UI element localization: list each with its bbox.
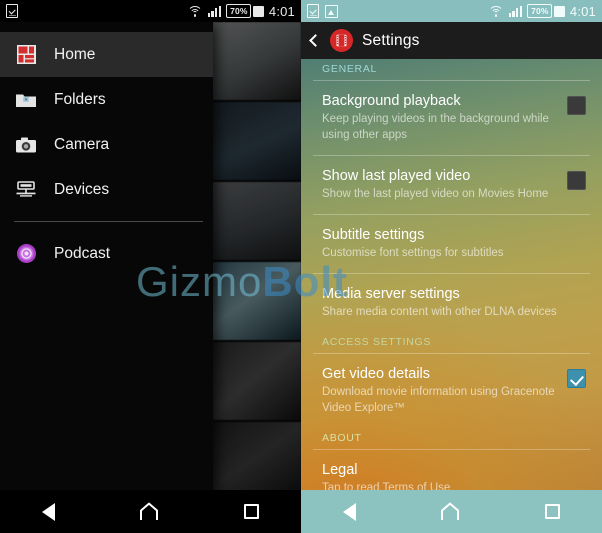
battery-charging-icon [553,5,565,17]
back-chevron-icon[interactable] [309,34,322,47]
setting-subtitle: Keep playing videos in the background wh… [322,113,549,141]
setting-row-legal[interactable]: Legal Tap to read Terms of Use [301,450,602,490]
sidebar-item-label: Folders [54,90,106,108]
setting-subtitle: Download movie information using Graceno… [322,385,555,414]
setting-title: Show last played video [322,167,471,184]
setting-subtitle: Customise font settings for subtitles [322,246,504,259]
setting-row-get-video-details[interactable]: Get video details Download movie informa… [301,354,602,428]
setting-row-background-playback[interactable]: Background playback Keep playing videos … [301,81,602,155]
back-nav-button[interactable] [343,502,357,521]
devices-dlna-icon [14,178,38,202]
setting-row-show-last-played-video[interactable]: Show last played video Show the last pla… [301,156,602,214]
sidebar-item-podcast[interactable]: Podcast [0,231,213,276]
setting-subtitle: Share media content with other DLNA devi… [322,305,557,318]
status-bar: 70% 4:01 [301,0,602,22]
battery-percent-label: 70% [226,4,251,18]
setting-title: Media server settings [322,285,460,302]
recents-nav-button[interactable] [243,504,259,519]
movies-filmstrip-icon [330,29,353,52]
camera-icon [14,133,38,157]
task-check-icon [307,4,319,18]
checkbox-show-last-played-video[interactable] [567,170,586,190]
setting-row-subtitle-settings[interactable]: Subtitle settings Customise font setting… [301,215,602,273]
cell-signal-icon [508,5,523,17]
setting-title: Background playback [322,93,461,109]
setting-row-media-server-settings[interactable]: Media server settings Share media conten… [301,274,602,332]
sidebar-item-label: Devices [54,180,110,198]
screenshot-image-icon [325,4,338,18]
section-header-about: ABOUT [322,431,362,444]
status-bar: 70% 4:01 [0,0,301,22]
wifi-icon [187,5,203,17]
battery-charging-icon [252,5,264,17]
cell-signal-icon [207,5,222,17]
sidebar-item-devices[interactable]: Devices [0,167,213,212]
right-screen-settings: 70% 4:01 [301,0,602,533]
recents-nav-button[interactable] [544,504,560,519]
podcast-icon [14,242,38,266]
home-grid-icon [14,43,38,67]
setting-title: Subtitle settings [322,226,425,243]
navigation-drawer: Home Folders Camera Devices Podcast [0,22,213,533]
battery-indicator: 70% [527,4,565,18]
settings-list[interactable]: GENERAL Background playback Keep playing… [301,59,602,490]
back-nav-button[interactable] [42,502,56,521]
app-bar: Settings [301,22,602,59]
battery-percent-label: 70% [527,4,552,18]
setting-subtitle: Show the last played video on Movies Hom… [322,187,549,200]
left-screen-navigation-drawer: 70% 4:01 [0,0,301,533]
home-nav-button[interactable] [440,502,460,521]
checkbox-get-video-details[interactable] [567,368,586,388]
checkbox-background-playback[interactable] [567,96,586,115]
sidebar-item-camera[interactable]: Camera [0,122,213,167]
sidebar-item-folders[interactable]: Folders [0,77,213,122]
page-title: Settings [362,31,420,49]
clock-label: 4:01 [268,3,295,19]
home-nav-button[interactable] [139,502,159,521]
sidebar-item-label: Home [54,45,96,63]
sidebar-item-label: Camera [54,135,110,153]
dual-screenshot: 70% 4:01 [0,0,602,533]
task-check-icon [6,4,18,18]
folder-icon [14,88,38,112]
sidebar-item-home[interactable]: Home [0,32,213,77]
battery-indicator: 70% [226,4,264,18]
system-navigation-bar [0,490,301,533]
section-header-general: GENERAL [322,63,378,75]
system-navigation-bar [301,490,602,533]
clock-label: 4:01 [569,3,596,19]
section-header-access-settings: ACCESS SETTINGS [322,335,432,348]
setting-subtitle: Tap to read Terms of Use [322,481,451,490]
setting-title: Legal [322,461,358,478]
drawer-divider [14,221,203,222]
setting-title: Get video details [322,365,431,382]
wifi-icon [488,5,504,17]
sidebar-item-label: Podcast [54,244,111,262]
